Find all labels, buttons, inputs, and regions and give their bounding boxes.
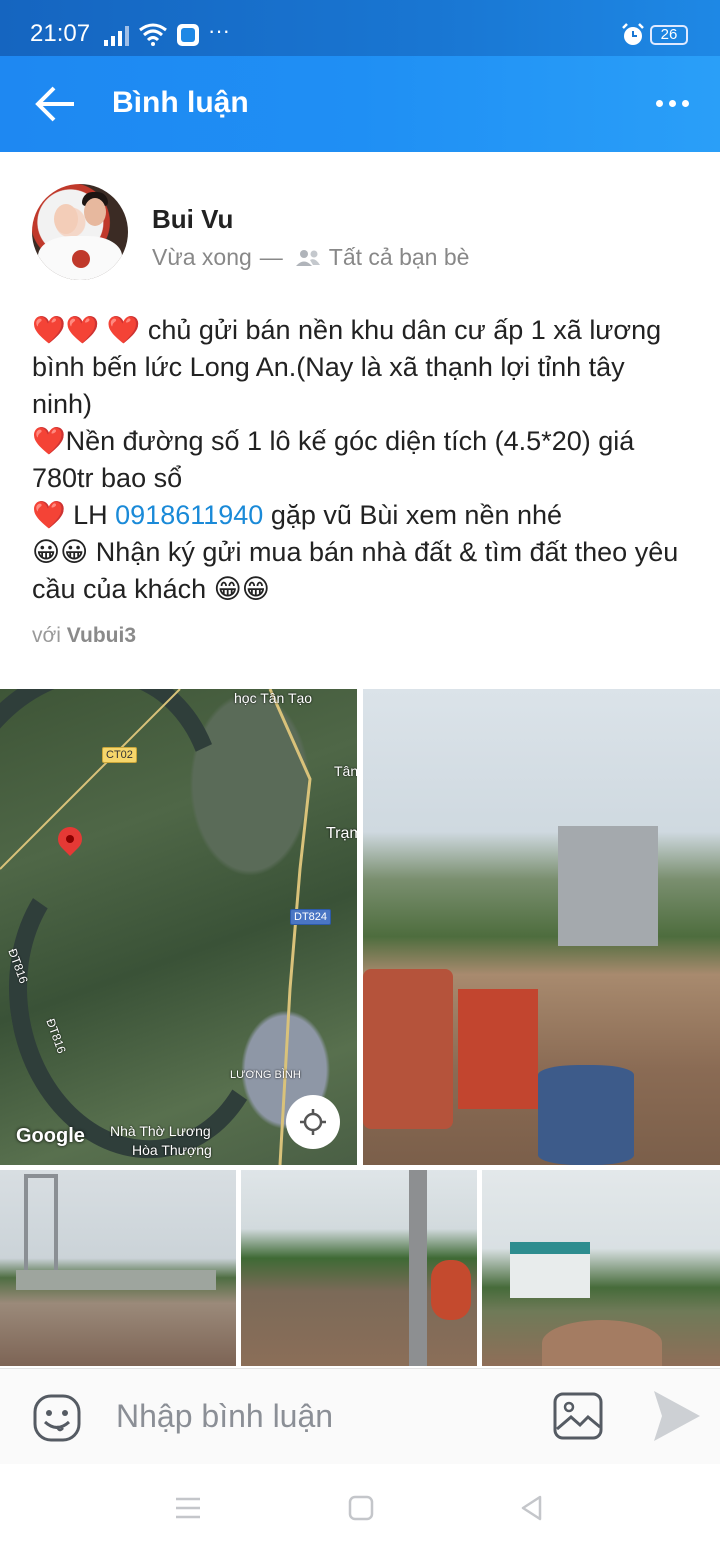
post-photo[interactable]: [482, 1170, 720, 1366]
post-text-line2: Nền đường số 1 lô kế góc diện tích (4.5*…: [32, 426, 642, 493]
building-shape: [558, 826, 658, 946]
friends-icon: [295, 249, 320, 266]
google-logo: Google: [16, 1125, 85, 1147]
post-text-line4: Nhận ký gửi mua bán nhà đất & tìm đất th…: [32, 537, 686, 604]
app-notification-icon: [177, 24, 199, 46]
arrow-left-icon[interactable]: [30, 82, 80, 126]
map-roads: [0, 689, 312, 1165]
tagged-user-link[interactable]: Vubui3: [67, 624, 136, 647]
avatar[interactable]: [32, 184, 128, 280]
post-time: Vừa xong: [152, 244, 252, 270]
cement-mixer-shape: [363, 969, 453, 1129]
status-bar: 21:07 ··· 26: [0, 0, 720, 56]
my-location-button[interactable]: [286, 1095, 340, 1149]
post-text-line3-pre: LH: [65, 500, 116, 530]
status-time: 21:07: [30, 20, 91, 47]
meta-separator: —: [259, 244, 283, 270]
map-image[interactable]: học Tân Tạo CT02 Tân Trạm DT824 ĐT816 ĐT…: [0, 689, 357, 1165]
alarm-icon: [622, 23, 644, 45]
comment-composer: [0, 1368, 720, 1464]
menu-icon[interactable]: [174, 1494, 202, 1522]
post-text-line3-post: gặp vũ Bùi xem nền nhé: [263, 500, 563, 530]
more-horizontal-icon[interactable]: [650, 86, 694, 122]
post-content: ❤️❤️ ❤️ chủ gửi bán nền khu dân cư ấp 1 …: [32, 312, 692, 608]
heart-emoji: ❤️: [32, 426, 66, 456]
map-label: Trạm: [326, 825, 357, 842]
post-meta: Vừa xong — Tất cả bạn bè: [152, 244, 469, 271]
map-label: Hòa Thượng: [132, 1142, 212, 1158]
signal-icon: [104, 26, 129, 46]
map-label: học Tân Tạo: [234, 690, 313, 706]
with-label: với: [32, 624, 61, 647]
send-icon[interactable]: [652, 1389, 702, 1443]
map-label: Nhà Thờ Lương: [110, 1123, 211, 1139]
more-notifications-icon: ···: [208, 18, 230, 43]
app-bar: Bình luận: [0, 56, 720, 152]
grin-emoji: 😀😀: [32, 537, 89, 567]
barrel-shape: [538, 1065, 634, 1165]
machine-shape: [458, 989, 538, 1109]
wifi-icon: [139, 23, 167, 46]
image-icon[interactable]: [552, 1391, 604, 1441]
page-title: Bình luận: [112, 86, 249, 119]
heart-emoji: ❤️❤️ ❤️: [32, 315, 141, 345]
battery-indicator: 26: [650, 25, 688, 45]
privacy-label: Tất cả bạn bè: [328, 244, 470, 270]
post-photo[interactable]: [0, 1170, 236, 1366]
emoji-icon[interactable]: [32, 1393, 82, 1443]
comment-input[interactable]: [116, 1391, 516, 1441]
header: 21:07 ··· 26 Bình luận: [0, 0, 720, 152]
back-icon[interactable]: [518, 1494, 546, 1522]
heart-emoji: ❤️: [32, 500, 66, 530]
phone-link[interactable]: 0918611940: [115, 500, 263, 530]
post-photo[interactable]: [241, 1170, 477, 1366]
home-icon[interactable]: [347, 1494, 375, 1522]
author-name[interactable]: Bui Vu: [152, 204, 233, 235]
system-navigation-bar: [0, 1464, 720, 1560]
house-shape: [510, 1242, 590, 1298]
post-photo[interactable]: [363, 689, 720, 1165]
map-label: Tân: [334, 763, 357, 779]
tagged-users: với Vubui3: [32, 624, 136, 648]
crosshair-icon: [300, 1109, 326, 1135]
smile-emoji: 😁😁: [213, 574, 270, 604]
map-road-badge: DT824: [290, 909, 332, 925]
map-label: LƯƠNG BÌNH: [230, 1069, 301, 1081]
post-card: Bui Vu Vừa xong — Tất cả bạn bè ❤️❤️ ❤️ …: [0, 152, 720, 1368]
map-road-badge: CT02: [102, 747, 137, 763]
